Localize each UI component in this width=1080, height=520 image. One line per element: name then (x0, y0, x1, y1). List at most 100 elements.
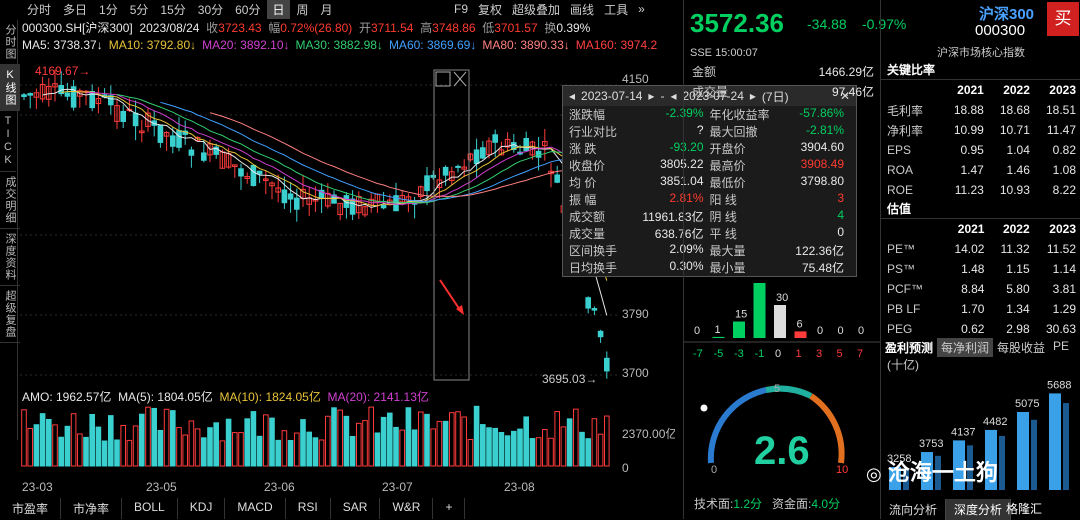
expand-icon[interactable]: » (638, 2, 645, 16)
index-type: 沪深市场核心指数 (937, 47, 1025, 59)
candle (120, 110, 127, 122)
buy-button[interactable]: 买 (1047, 2, 1079, 36)
view-tab[interactable]: 深度资料 (0, 229, 20, 286)
volume-chart[interactable]: 2370.00亿 0 (20, 400, 675, 478)
index-name: 沪深300 (979, 6, 1035, 23)
period-tab[interactable]: 1分 (94, 0, 123, 19)
volume-tick: 0 (622, 461, 629, 475)
volume-bar (157, 429, 164, 467)
quote-rows: 金额 1466.29亿 成交量 97.46亿 (688, 61, 878, 101)
candle (27, 93, 33, 96)
market-time: SSE 15:00:07 (690, 47, 758, 59)
forecast-tab[interactable]: PE (1049, 338, 1073, 357)
period-tab[interactable]: 5分 (125, 0, 154, 19)
candle (256, 170, 263, 175)
range-from[interactable]: 2023-07-14 (581, 89, 642, 103)
candle (380, 204, 387, 209)
volume-bar (52, 424, 58, 467)
view-tab[interactable]: 超级复盘 (0, 286, 20, 343)
candle (188, 149, 195, 156)
period-tab[interactable]: 60分 (230, 0, 265, 19)
indicator-tab[interactable]: BOLL (122, 498, 178, 519)
indicator-tab[interactable]: W&R (380, 498, 434, 519)
indicator-tab[interactable]: RSI (286, 498, 331, 519)
next-icon[interactable]: ▸ (648, 89, 654, 103)
tool-button[interactable]: F9 (454, 2, 468, 16)
forecast-tab[interactable]: 盈利预测 (881, 338, 937, 357)
volume-bar (467, 438, 474, 467)
candle (480, 147, 486, 159)
candle (442, 166, 449, 176)
view-tab[interactable]: 分时图 (0, 20, 20, 65)
volume-bar (263, 414, 269, 467)
tool-button[interactable]: 超级叠加 (512, 1, 560, 18)
view-tab[interactable]: TICK (0, 111, 16, 172)
volume-bar (46, 418, 52, 467)
period-tab[interactable]: 多日 (58, 0, 92, 19)
index-code: 000300 (975, 22, 1026, 39)
analysis-tab[interactable]: 深度分析 (946, 499, 1012, 520)
volume-bar (201, 437, 207, 467)
volume-bar (27, 427, 33, 467)
candle (250, 164, 257, 187)
volume-bar (548, 437, 554, 467)
period-tab[interactable]: 30分 (193, 0, 228, 19)
volume-bar (306, 431, 312, 467)
volume-bar (579, 431, 585, 467)
ratio-row: ROA 1.47 1.46 1.08 (887, 163, 1076, 177)
indicator-tab[interactable]: MACD (225, 498, 286, 519)
price-tick: 3700 (622, 366, 649, 380)
dist-bar (753, 283, 766, 338)
score-gauge: 2.6 0 10 5 (699, 383, 848, 476)
period-tab[interactable]: 15分 (155, 0, 190, 19)
forecast-tab[interactable]: 每股收益 (993, 338, 1049, 357)
indicator-tab[interactable]: 市盈率 (0, 498, 62, 519)
volume-tick: 2370.00亿 (622, 426, 675, 441)
volume-bar (517, 428, 523, 467)
volume-bar (145, 406, 151, 467)
date-tick: 23-06 (264, 480, 295, 494)
view-tab[interactable]: K线图 (0, 65, 20, 111)
indicator-tab[interactable]: 市净率 (61, 498, 123, 519)
ma-value: MA160: 3974.2 (575, 38, 658, 52)
dist-value: 1 (715, 324, 721, 336)
volume-bar (542, 429, 548, 467)
period-tab[interactable]: 分时 (22, 0, 56, 19)
volume-bar (368, 406, 374, 467)
dist-label: -1 (755, 348, 765, 360)
tool-button[interactable]: 画线 (570, 1, 594, 18)
volume-bar (511, 430, 517, 467)
dist-value: 0 (838, 325, 844, 337)
indicator-tab[interactable]: + (433, 498, 466, 519)
valuation: 估值 2021 2022 2023 PE™ 14.02 11.32 11.52 PS™ 1.48… (881, 199, 1080, 339)
period-tab[interactable]: 日 (267, 0, 290, 19)
view-tab[interactable]: 成交明细 (0, 172, 20, 229)
logo: 格隆汇 (1006, 502, 1043, 516)
volume-bar (374, 432, 381, 467)
volume-bar (573, 408, 579, 467)
indicator-tab[interactable]: SAR (331, 498, 381, 519)
period-tab[interactable]: 周 (292, 0, 314, 19)
analysis-tab[interactable]: 流向分析 (881, 499, 947, 520)
indicator-tab[interactable]: KDJ (178, 498, 226, 519)
tool-button[interactable]: 复权 (478, 1, 502, 18)
volume-bar (182, 434, 188, 467)
volume-bar (399, 429, 405, 467)
volume-bar (95, 426, 102, 467)
dist-bar (794, 331, 807, 338)
prev-icon[interactable]: ◂ (670, 89, 676, 103)
prev-icon[interactable]: ◂ (569, 89, 575, 103)
candle (424, 175, 430, 192)
candle (238, 168, 244, 177)
period-tab[interactable]: 月 (316, 0, 338, 19)
forecast-bar (1049, 393, 1061, 490)
volume-bar (455, 411, 461, 467)
volume-bar (58, 436, 65, 467)
tool-button[interactable]: 工具 (604, 1, 628, 18)
dist-label: -7 (693, 348, 703, 360)
forecast-tab[interactable]: 每净利润 (937, 338, 994, 357)
volume-bar (411, 429, 418, 467)
volume-bar (387, 412, 393, 467)
ratio-row: EPS 0.95 1.04 0.82 (887, 143, 1076, 157)
candle (554, 174, 561, 183)
